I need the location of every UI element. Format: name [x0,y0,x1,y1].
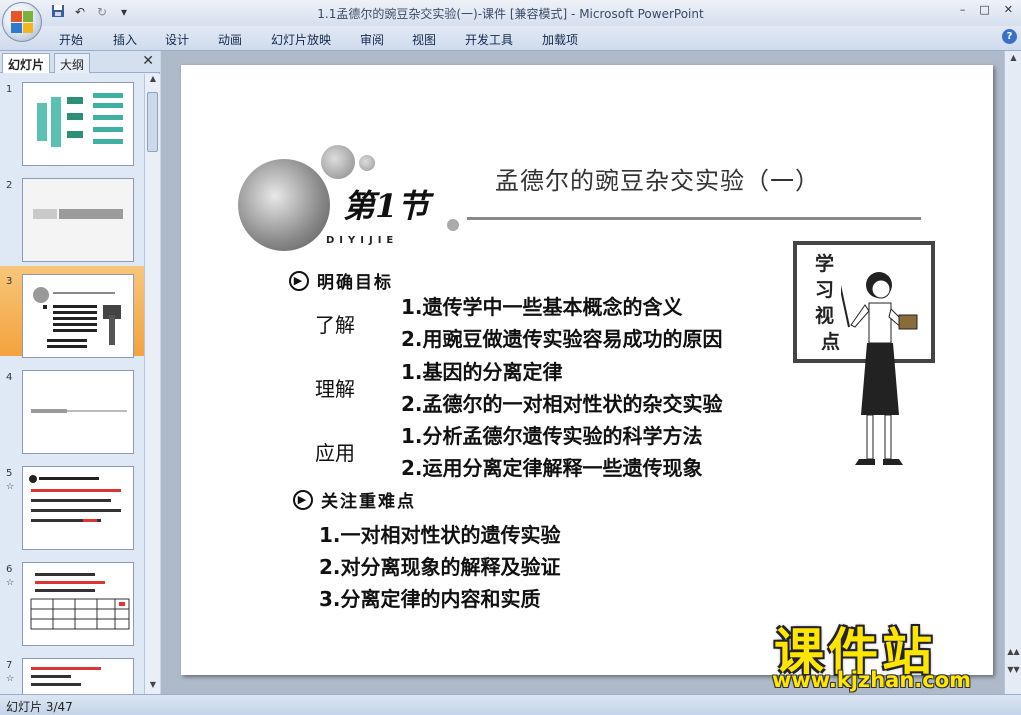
slide-number: 4 [6,372,13,383]
tab-slideshow[interactable]: 幻灯片放映 [271,31,331,48]
slide-thumbnail[interactable]: 7 ☆ [0,650,144,694]
close-panel-icon[interactable]: ✕ [142,53,154,69]
goal-item: 1.基因的分离定律 [401,360,563,384]
goals-heading: ▶ 明确目标 [289,268,393,293]
slide-preview [22,178,134,262]
tab-animation[interactable]: 动画 [218,31,242,48]
panel-scrollbar[interactable]: ▲ ▼ [144,74,160,694]
goal-item: 2.用豌豆做遗传实验容易成功的原因 [401,327,723,351]
cactus-image [238,159,330,251]
tab-view[interactable]: 视图 [412,31,436,48]
scroll-thumb[interactable] [147,92,158,152]
minimize-button[interactable]: – [960,3,966,16]
arrow-circle-icon: ▶ [289,270,309,291]
tab-outline[interactable]: 大纲 [54,53,91,73]
slide-thumbnail-list: 1 2 3 4 5 ☆ 6 ☆ 7 ☆ [0,74,144,694]
office-logo-icon [11,11,33,33]
close-button[interactable]: ✕ [1004,3,1013,16]
goal-item: 2.孟德尔的一对相对性状的杂交实验 [401,392,723,416]
watermark-url: www.kjzhan.com [772,668,972,692]
board-text: 点 [821,331,841,353]
office-button[interactable] [2,2,42,42]
slide-thumbnail[interactable]: 1 [0,74,144,166]
row-label: 应用 [315,441,355,465]
arrow-circle-icon: ▶ [293,489,313,510]
current-slide[interactable]: 第1节 DIYIJIE 孟德尔的豌豆杂交实验（一） ▶ 明确目标 了解 1.遗传… [181,65,993,675]
slide-thumbnail[interactable]: 6 ☆ [0,554,144,646]
animation-icon: ☆ [6,482,15,492]
goal-item: 1.遗传学中一些基本概念的含义 [401,295,683,319]
goal-item: 2.运用分离定律解释一些遗传现象 [401,456,703,480]
slide-thumbnail[interactable]: 4 [0,362,144,454]
slide-editing-area: 第1节 DIYIJIE 孟德尔的豌豆杂交实验（一） ▶ 明确目标 了解 1.遗传… [161,51,1004,694]
slide-preview [22,82,134,166]
section-pinyin: DIYIJIE [326,235,399,246]
slide-preview [22,562,134,646]
slide-counter: 幻灯片 3/47 [6,700,73,714]
board-text: 学 [815,253,835,275]
slide-number: 7 [6,660,13,671]
tab-review[interactable]: 审阅 [360,31,384,48]
slide-preview [22,370,134,454]
slide-preview [22,466,134,550]
focus-item: 2.对分离现象的解释及验证 [319,555,561,579]
focus-item: 1.一对相对性状的遗传实验 [319,523,561,547]
slide-number: 1 [6,84,13,95]
board-text: 视 [815,305,835,327]
slide-number: 3 [6,276,13,287]
animation-icon: ☆ [6,674,15,684]
tab-slides[interactable]: 幻灯片 [2,53,51,73]
title-bar: ↶ ↻ ▾ 1.1孟德尔的豌豆杂交实验(一)-课件 [兼容模式] - Micro… [0,0,1021,26]
tab-home[interactable]: 开始 [59,31,83,48]
decor-circle [359,155,375,171]
main-scrollbar[interactable]: ▲ ▲▲ ▼▼ [1004,51,1021,694]
help-icon[interactable]: ? [1002,29,1017,44]
animation-icon: ☆ [6,578,15,588]
ribbon-tabs: 开始 插入 设计 动画 幻灯片放映 审阅 视图 开发工具 加载项 ? [0,26,1021,51]
slide-preview [22,658,134,694]
slide-number: 5 [6,468,13,479]
site-watermark: 课件站 www.kjzhan.com [770,612,1008,694]
tab-addins[interactable]: 加载项 [542,31,578,48]
window-title: 1.1孟德尔的豌豆杂交实验(一)-课件 [兼容模式] - Microsoft P… [317,7,704,21]
decor-circle [447,219,459,231]
focus-heading: ▶ 关注重难点 [293,487,416,512]
slide-thumbnail[interactable]: 2 [0,170,144,262]
tab-insert[interactable]: 插入 [113,31,137,48]
row-label: 理解 [315,377,355,401]
slide-thumbnail[interactable]: 5 ☆ [0,458,144,550]
panel-tabs: 幻灯片 大纲 ✕ [0,51,160,73]
focus-heading-text: 关注重难点 [321,492,416,512]
focus-item: 3.分离定律的内容和实质 [319,587,541,611]
tab-developer[interactable]: 开发工具 [465,31,513,48]
scroll-up-icon[interactable]: ▲ [145,74,161,88]
row-label: 了解 [315,313,355,337]
slide-title: 孟德尔的豌豆杂交实验（一） [495,167,820,195]
goal-item: 1.分析孟德尔遗传实验的科学方法 [401,424,703,448]
teacher-illustration [841,272,918,465]
status-bar: 幻灯片 3/47 [0,694,1021,715]
slide-number: 2 [6,180,13,191]
section-badge: 第1节 [343,187,430,225]
slide-number: 6 [6,564,13,575]
goals-heading-text: 明确目标 [317,273,393,293]
title-rule [467,217,921,220]
window-controls: – □ ✕ [960,3,1013,16]
restore-button[interactable]: □ [979,3,989,16]
slide-thumbnail-selected[interactable]: 3 [0,266,144,358]
scroll-down-icon[interactable]: ▼ [145,680,161,694]
board-text: 习 [815,279,835,301]
slide-preview [22,274,134,358]
scroll-up-icon[interactable]: ▲ [1005,53,1021,67]
decor-circle [321,145,355,179]
slides-panel: 幻灯片 大纲 ✕ 1 2 3 4 5 ☆ 6 ☆ 7 ☆ ▲ ▼ [0,51,160,694]
tab-design[interactable]: 设计 [165,31,189,48]
